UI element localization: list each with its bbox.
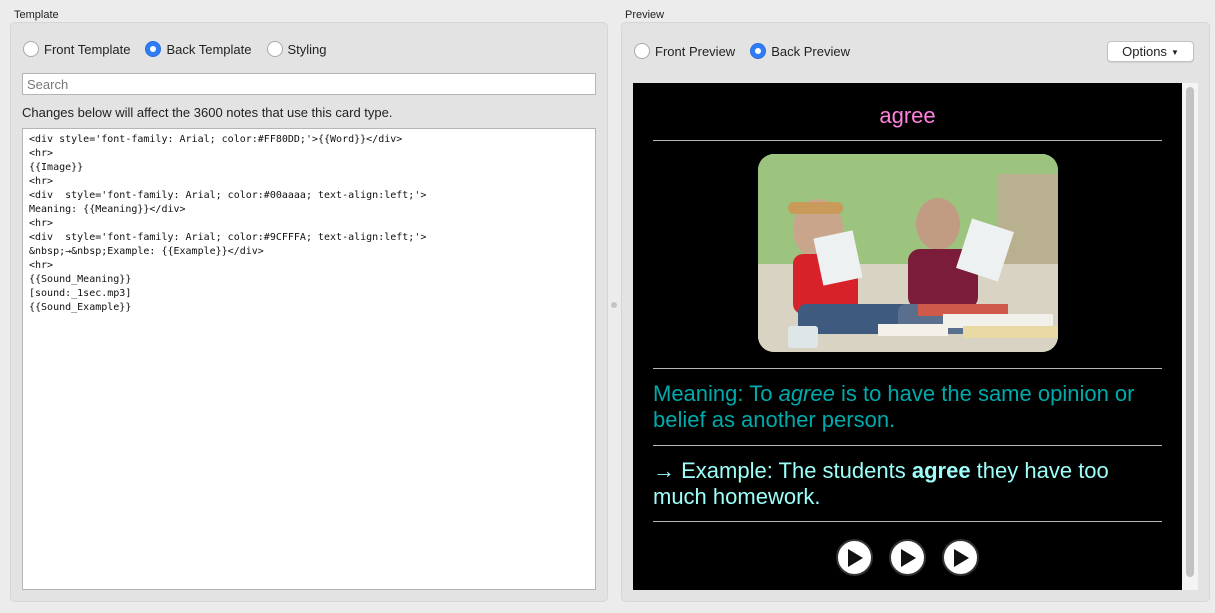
chevron-down-icon: ▼: [1170, 48, 1179, 57]
search-input[interactable]: [22, 73, 596, 95]
styling-radio-dot[interactable]: [266, 41, 283, 57]
play-icon: [847, 548, 863, 567]
example-bold: agree: [911, 458, 971, 483]
meaning-prefix: Meaning: To: [653, 381, 779, 406]
template-radio-group: Front Template Back Template Styling: [23, 41, 342, 57]
divider: [653, 521, 1162, 522]
front-preview-radio-dot[interactable]: [634, 43, 650, 59]
styling-label: Styling: [287, 41, 327, 57]
meaning-emphasis: agree: [778, 381, 835, 406]
back-preview-radio[interactable]: Back Preview: [750, 43, 850, 59]
back-template-radio-dot[interactable]: [145, 41, 162, 57]
back-preview-radio-dot[interactable]: [750, 43, 767, 59]
back-preview-label: Back Preview: [771, 43, 850, 59]
card-meaning: Meaning: To agree is to have the same op…: [653, 381, 1163, 433]
preview-scrollbar-thumb[interactable]: [1186, 87, 1194, 577]
divider: [653, 445, 1162, 446]
splitter-handle[interactable]: [611, 302, 617, 308]
audio-buttons: [633, 539, 1182, 576]
notes-affected-notice: Changes below will affect the 3600 notes…: [22, 105, 393, 120]
styling-radio[interactable]: Styling: [266, 41, 327, 57]
divider: [653, 368, 1162, 369]
back-template-label: Back Template: [166, 41, 252, 57]
options-button[interactable]: Options ▼: [1107, 41, 1194, 62]
front-preview-label: Front Preview: [655, 43, 736, 59]
play-icon: [900, 548, 916, 567]
back-template-radio[interactable]: Back Template: [145, 41, 252, 57]
preview-group-label: Preview: [625, 9, 665, 21]
card-example: → Example: The students agree they have …: [653, 458, 1163, 510]
example-prefix: → Example: The students: [653, 458, 912, 483]
front-template-label: Front Template: [44, 41, 131, 57]
divider: [653, 140, 1162, 141]
front-template-radio[interactable]: Front Template: [23, 41, 130, 57]
preview-scrollbar[interactable]: [1182, 83, 1198, 590]
play-meaning-sound-button[interactable]: [836, 539, 873, 576]
front-preview-radio[interactable]: Front Preview: [634, 43, 735, 59]
play-icon: [953, 548, 969, 567]
template-code-editor[interactable]: <div style='font-family: Arial; color:#F…: [22, 128, 596, 590]
play-example-sound-button[interactable]: [942, 539, 979, 576]
front-template-radio-dot[interactable]: [23, 41, 39, 57]
card-image: [758, 154, 1058, 352]
play-pause-sound-button[interactable]: [889, 539, 926, 576]
card-preview: agree Meaning: To agree is to have the s…: [633, 83, 1182, 590]
students-photo-illustration: [758, 154, 1058, 352]
template-group-label: Template: [14, 9, 59, 21]
card-word: agree: [879, 103, 936, 128]
options-label: Options: [1122, 44, 1167, 59]
preview-radio-group: Front Preview Back Preview: [634, 43, 865, 59]
